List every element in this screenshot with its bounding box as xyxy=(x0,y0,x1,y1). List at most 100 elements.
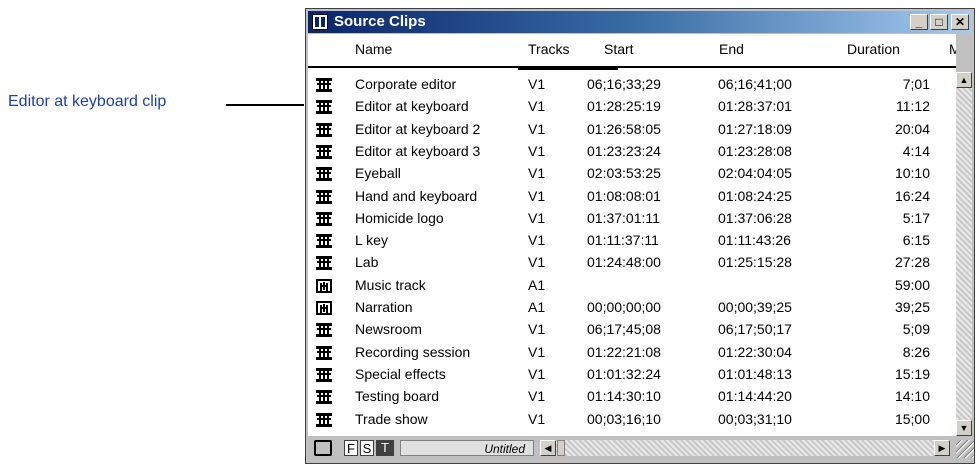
clip-row[interactable]: Trade show V1 00;03;16;10 00;03;31;10 15;00 xyxy=(308,409,956,431)
script-view-button[interactable]: S xyxy=(360,440,374,456)
clip-duration: 59:00 xyxy=(894,276,930,293)
clip-duration: 4:14 xyxy=(902,142,930,159)
column-header-end[interactable]: End xyxy=(719,41,744,57)
clip-duration: 11:12 xyxy=(896,98,930,115)
clip-start: 01:01:32:24 xyxy=(587,365,661,382)
horizontal-scroll-thumb[interactable] xyxy=(557,440,565,456)
audio-clip-icon xyxy=(316,301,332,315)
callout-line xyxy=(226,104,304,106)
clip-duration: 20:04 xyxy=(894,120,930,137)
clip-name: Hand and keyboard xyxy=(355,187,478,204)
clip-duration: 8:26 xyxy=(902,343,930,360)
title-bar[interactable]: Source Clips _ □ ✕ xyxy=(308,11,972,33)
video-clip-icon xyxy=(316,211,332,226)
clip-start: 01:08:08:01 xyxy=(587,187,661,204)
clip-start: 01:11:37:11 xyxy=(587,232,659,249)
scroll-up-arrow-icon[interactable]: ▲ xyxy=(956,72,972,88)
clip-duration: 10:10 xyxy=(894,165,930,182)
clip-end: 01:37:06:28 xyxy=(718,209,792,226)
video-clip-icon xyxy=(316,367,332,382)
clip-duration: 7;01 xyxy=(902,76,930,92)
clip-row[interactable]: Narration A1 00;00;00;00 00;00;39;25 39;25 xyxy=(308,297,956,319)
clip-row[interactable]: Hand and keyboard V1 01:08:08:01 01:08:24:2… xyxy=(308,186,956,208)
view-name-menu[interactable]: Untitled xyxy=(400,440,534,456)
clip-row[interactable]: Editor at keyboard 2 V1 01:26:58:05 01:27:1… xyxy=(308,119,956,141)
horizontal-scrollbar[interactable]: ◀ ▶ xyxy=(540,440,950,456)
video-clip-icon xyxy=(316,345,332,360)
clip-name: Trade show xyxy=(355,410,428,427)
header-divider-thick xyxy=(518,66,618,70)
clip-row[interactable]: Special effects V1 01:01:32:24 01:01:48:13 1… xyxy=(308,364,956,386)
clip-row[interactable]: Recording session V1 01:22:21:08 01:22:30:0… xyxy=(308,342,956,364)
clip-tracks: V1 xyxy=(528,365,546,382)
clip-name: Corporate editor xyxy=(355,76,457,92)
video-clip-icon xyxy=(316,100,332,115)
clip-row[interactable]: Newsroom V1 06;17;45;08 06;17;50;17 5;09 xyxy=(308,319,956,341)
column-header-start[interactable]: Start xyxy=(604,41,634,57)
video-clip-icon xyxy=(316,122,332,137)
clip-tracks: V1 xyxy=(528,232,546,249)
clip-row[interactable]: Eyeball V1 02:03:53:25 02:04:04:05 10:10 xyxy=(308,163,956,185)
clip-start: 01:28:25:19 xyxy=(587,98,661,115)
column-header-name[interactable]: Name xyxy=(355,41,392,57)
clip-end: 06;16;41;00 xyxy=(718,76,792,92)
clip-name: L key xyxy=(355,232,388,249)
clip-tracks: V1 xyxy=(528,254,546,271)
bin-bottom-bar: F S T Untitled ◀ ▶ xyxy=(308,437,974,459)
clip-row[interactable]: L key V1 01:11:37:11 01:11:43:26 6:15 xyxy=(308,230,956,252)
clip-name: Narration xyxy=(355,299,413,315)
source-clips-window: Source Clips _ □ ✕ Name Tracks Start End… xyxy=(305,8,975,464)
clip-end: 01:22:30:04 xyxy=(718,343,792,360)
clip-tracks: V1 xyxy=(528,142,546,159)
clip-start: 01:24:48:00 xyxy=(587,254,661,271)
clip-start: 01:22:21:08 xyxy=(587,343,661,360)
clip-start: 06;17;45;08 xyxy=(587,321,661,338)
clip-row[interactable]: Lab V1 01:24:48:00 01:25:15:28 27:28 xyxy=(308,252,956,274)
clip-row[interactable]: Corporate editor V1 06;16;33;29 06;16;41;00… xyxy=(308,74,956,96)
clip-start: 01:26:58:05 xyxy=(587,120,661,137)
clip-start: 00;03;16;10 xyxy=(587,410,661,427)
clip-end: 01:23:28:08 xyxy=(718,142,792,159)
clip-row[interactable]: Homicide logo V1 01:37:01:11 01:37:06:28 5:1… xyxy=(308,208,956,230)
frame-view-button[interactable]: F xyxy=(344,440,358,456)
clip-name: Newsroom xyxy=(355,321,422,338)
clip-duration: 14:10 xyxy=(894,388,930,405)
audio-clip-icon xyxy=(316,278,332,293)
clip-end: 02:04:04:05 xyxy=(718,165,792,182)
scroll-right-arrow-icon[interactable]: ▶ xyxy=(934,440,950,456)
vertical-scrollbar[interactable]: ▲ ▼ xyxy=(956,72,972,436)
video-clip-icon xyxy=(316,256,332,271)
clip-tracks: A1 xyxy=(528,276,546,293)
clip-name: Testing board xyxy=(355,388,440,405)
close-button[interactable]: ✕ xyxy=(951,14,969,30)
maximize-button[interactable]: □ xyxy=(930,14,948,30)
text-view-button[interactable]: T xyxy=(376,440,394,456)
clip-tracks: V1 xyxy=(528,98,546,115)
clip-tracks: A1 xyxy=(528,299,546,315)
clip-row[interactable]: Music track A1 59:00 xyxy=(308,275,956,297)
clip-end: 01:01:48:13 xyxy=(718,365,792,382)
resize-grip-icon[interactable] xyxy=(956,440,974,458)
clip-name: Recording session xyxy=(355,343,471,360)
clip-tracks: V1 xyxy=(528,120,546,137)
video-clip-icon xyxy=(316,390,332,405)
column-header-duration[interactable]: Duration xyxy=(847,41,900,57)
clip-start: 01:37:01:11 xyxy=(587,209,660,226)
scroll-left-arrow-icon[interactable]: ◀ xyxy=(540,440,556,456)
clip-name: Editor at keyboard xyxy=(355,98,469,115)
clip-name: Editor at keyboard 2 xyxy=(355,120,481,137)
column-header-more[interactable]: M xyxy=(949,41,956,57)
clip-name: Editor at keyboard 3 xyxy=(355,142,481,159)
brief-view-icon[interactable] xyxy=(314,440,332,456)
clip-row[interactable]: Editor at keyboard 3 V1 01:23:23:24 01:23:2… xyxy=(308,141,956,163)
minimize-button[interactable]: _ xyxy=(910,14,928,30)
clip-start: 02:03:53:25 xyxy=(587,165,661,182)
clip-end: 06;17;50;17 xyxy=(718,321,792,338)
clip-row[interactable]: Testing board V1 01:14:30:10 01:14:44:20 14:… xyxy=(308,386,956,408)
clip-row[interactable]: Editor at keyboard V1 01:28:25:19 01:28:37:… xyxy=(308,96,956,118)
column-header-tracks[interactable]: Tracks xyxy=(528,41,569,57)
clip-start: 01:14:30:10 xyxy=(587,388,661,405)
scroll-down-arrow-icon[interactable]: ▼ xyxy=(956,420,972,436)
clip-start: 01:23:23:24 xyxy=(587,142,661,159)
clip-name: Eyeball xyxy=(355,165,401,182)
